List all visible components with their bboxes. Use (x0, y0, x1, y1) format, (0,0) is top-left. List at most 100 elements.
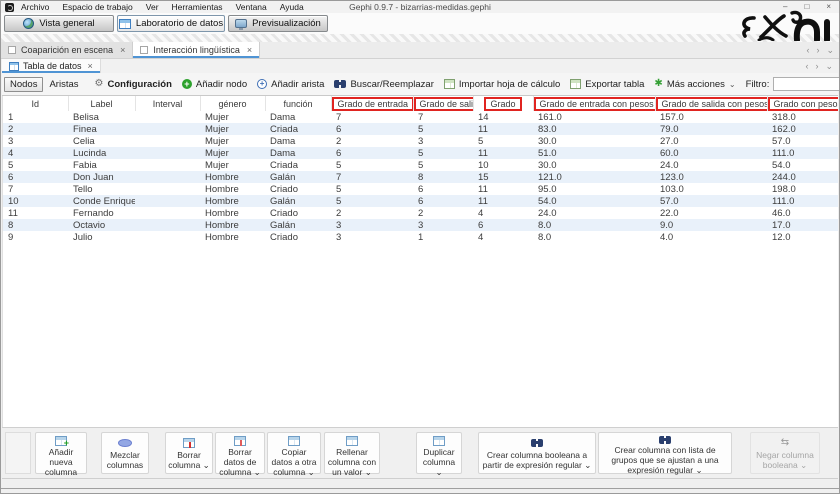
cell[interactable]: 12.0 (767, 231, 838, 243)
cell[interactable]: 60.0 (655, 147, 767, 159)
cell[interactable]: 11 (473, 183, 533, 195)
cell[interactable]: 5 (331, 195, 413, 207)
cell[interactable]: 4 (3, 147, 68, 159)
cell[interactable]: 24.0 (533, 207, 655, 219)
cell[interactable]: 57.0 (767, 135, 838, 147)
cell[interactable]: Fabia (68, 159, 135, 171)
cell[interactable]: Hombre (200, 195, 265, 207)
cell[interactable]: 17.0 (767, 219, 838, 231)
cell[interactable]: 8 (3, 219, 68, 231)
column-header-grado-de-entrada-con-pesos[interactable]: Grado de entrada con pesos (533, 96, 655, 111)
cell[interactable]: 7 (331, 171, 413, 183)
table-row[interactable]: 11FernandoHombreCriado22424.022.046.0 (3, 207, 838, 219)
cell[interactable]: 5 (413, 123, 473, 135)
cell[interactable]: Hombre (200, 219, 265, 231)
cell[interactable]: 8.0 (533, 231, 655, 243)
cell[interactable]: Hombre (200, 231, 265, 243)
action-crear-columna-con-lista-de-grupos-que-se-ajustan-a-una-expresion-regular[interactable]: Crear columna con lista de grupos que se… (598, 432, 732, 474)
table-row[interactable]: 5FabiaMujerCriada551030.024.054.0 (3, 159, 838, 171)
cell[interactable]: 6 (331, 123, 413, 135)
table-row[interactable]: 2FineaMujerCriada651183.079.0162.0 (3, 123, 838, 135)
close-icon[interactable]: × (826, 1, 831, 13)
cell[interactable]: 5 (413, 159, 473, 171)
cell[interactable] (135, 231, 200, 243)
action-borrar-datos-de-columna[interactable]: Borrar datos de columna ⌄ (215, 432, 265, 474)
table-row[interactable]: 3CeliaMujerDama23530.027.057.0 (3, 135, 838, 147)
cell[interactable]: 121.0 (533, 171, 655, 183)
cell[interactable]: Galán (265, 195, 331, 207)
cell[interactable]: 11 (473, 195, 533, 207)
cell[interactable]: 244.0 (767, 171, 838, 183)
cell[interactable]: 2 (3, 123, 68, 135)
menu-archivo[interactable]: Archivo (21, 2, 49, 12)
cell[interactable]: 79.0 (655, 123, 767, 135)
cell[interactable]: 6 (3, 171, 68, 183)
cell[interactable]: 7 (3, 183, 68, 195)
exportar-tabla-button[interactable]: Exportar tabla (570, 79, 644, 90)
cell[interactable]: Finea (68, 123, 135, 135)
column-header-grado-con-pesos[interactable]: Grado con pesos (767, 96, 838, 111)
table-row[interactable]: 9JulioHombreCriado3148.04.012.0 (3, 231, 838, 243)
tab-list-icon[interactable]: ⌄ (826, 45, 834, 56)
anadir-arista-button[interactable]: + Añadir arista (257, 79, 324, 90)
cell[interactable]: 123.0 (655, 171, 767, 183)
view-button-laboratorio-de-datos[interactable]: Laboratorio de datos (117, 15, 225, 32)
cell[interactable]: Conde Enrique (68, 195, 135, 207)
cell[interactable]: 6 (331, 147, 413, 159)
cell[interactable]: 11 (3, 207, 68, 219)
maximize-icon[interactable]: □ (804, 1, 809, 13)
cell[interactable]: 5 (473, 135, 533, 147)
workspace-tab-interaccion-linguistica[interactable]: Interacción lingüística× (133, 42, 260, 58)
filter-input[interactable] (773, 77, 840, 91)
close-tab-icon[interactable]: × (120, 45, 125, 55)
cell[interactable]: Belisa (68, 111, 135, 123)
cell[interactable]: 15 (473, 171, 533, 183)
cell[interactable]: 103.0 (655, 183, 767, 195)
cell[interactable]: 2 (413, 207, 473, 219)
cell[interactable]: 5 (331, 183, 413, 195)
cell[interactable]: 3 (413, 219, 473, 231)
nodos-toggle[interactable]: Nodos (4, 77, 43, 92)
cell[interactable]: Hombre (200, 207, 265, 219)
cell[interactable]: Mujer (200, 123, 265, 135)
cell[interactable]: 3 (331, 231, 413, 243)
column-header-id[interactable]: Id (3, 96, 68, 111)
cell[interactable]: Celia (68, 135, 135, 147)
panel-next-icon[interactable]: › (815, 61, 818, 71)
cell[interactable]: 198.0 (767, 183, 838, 195)
cell[interactable]: Criada (265, 159, 331, 171)
view-button-vista-general[interactable]: Vista general (4, 15, 114, 32)
cell[interactable]: 10 (473, 159, 533, 171)
tab-tabla-de-datos[interactable]: Tabla de datos × (2, 59, 101, 73)
cell[interactable]: 46.0 (767, 207, 838, 219)
buscar-reemplazar-button[interactable]: Buscar/Reemplazar (334, 79, 433, 90)
cell[interactable]: 7 (331, 111, 413, 123)
column-header-grado-de-salida-con-pesos[interactable]: Grado de salida con pesos (655, 96, 767, 111)
cell[interactable]: 9.0 (655, 219, 767, 231)
cell[interactable]: 2 (331, 207, 413, 219)
cell[interactable]: Mujer (200, 111, 265, 123)
cell[interactable] (135, 147, 200, 159)
aristas-toggle[interactable]: Aristas (43, 77, 84, 92)
cell[interactable]: 3 (413, 135, 473, 147)
menu-ayuda[interactable]: Ayuda (280, 2, 304, 12)
cell[interactable]: Mujer (200, 147, 265, 159)
cell[interactable]: Criada (265, 123, 331, 135)
cell[interactable]: 1 (413, 231, 473, 243)
cell[interactable]: Mujer (200, 135, 265, 147)
tab-prev-icon[interactable]: ‹ (806, 45, 809, 55)
cell[interactable]: Dama (265, 111, 331, 123)
minimize-icon[interactable]: – (783, 1, 787, 13)
menu-ver[interactable]: Ver (146, 2, 159, 12)
cell[interactable]: Julio (68, 231, 135, 243)
close-tab-icon[interactable]: × (247, 45, 252, 55)
cell[interactable]: 5 (331, 159, 413, 171)
tab-next-icon[interactable]: › (816, 45, 819, 55)
cell[interactable]: 54.0 (767, 159, 838, 171)
table-row[interactable]: 1BelisaMujerDama7714161.0157.0318.0 (3, 111, 838, 123)
cell[interactable]: Tello (68, 183, 135, 195)
cell[interactable] (135, 123, 200, 135)
cell[interactable]: 11 (473, 123, 533, 135)
cell[interactable]: Hombre (200, 171, 265, 183)
cell[interactable]: Fernando (68, 207, 135, 219)
